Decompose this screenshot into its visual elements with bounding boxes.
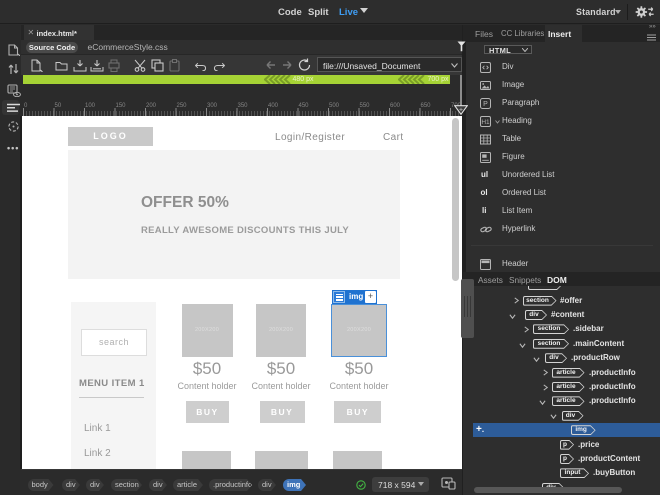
svg-text:P: P [483, 101, 488, 108]
svg-text:H1: H1 [481, 119, 490, 126]
